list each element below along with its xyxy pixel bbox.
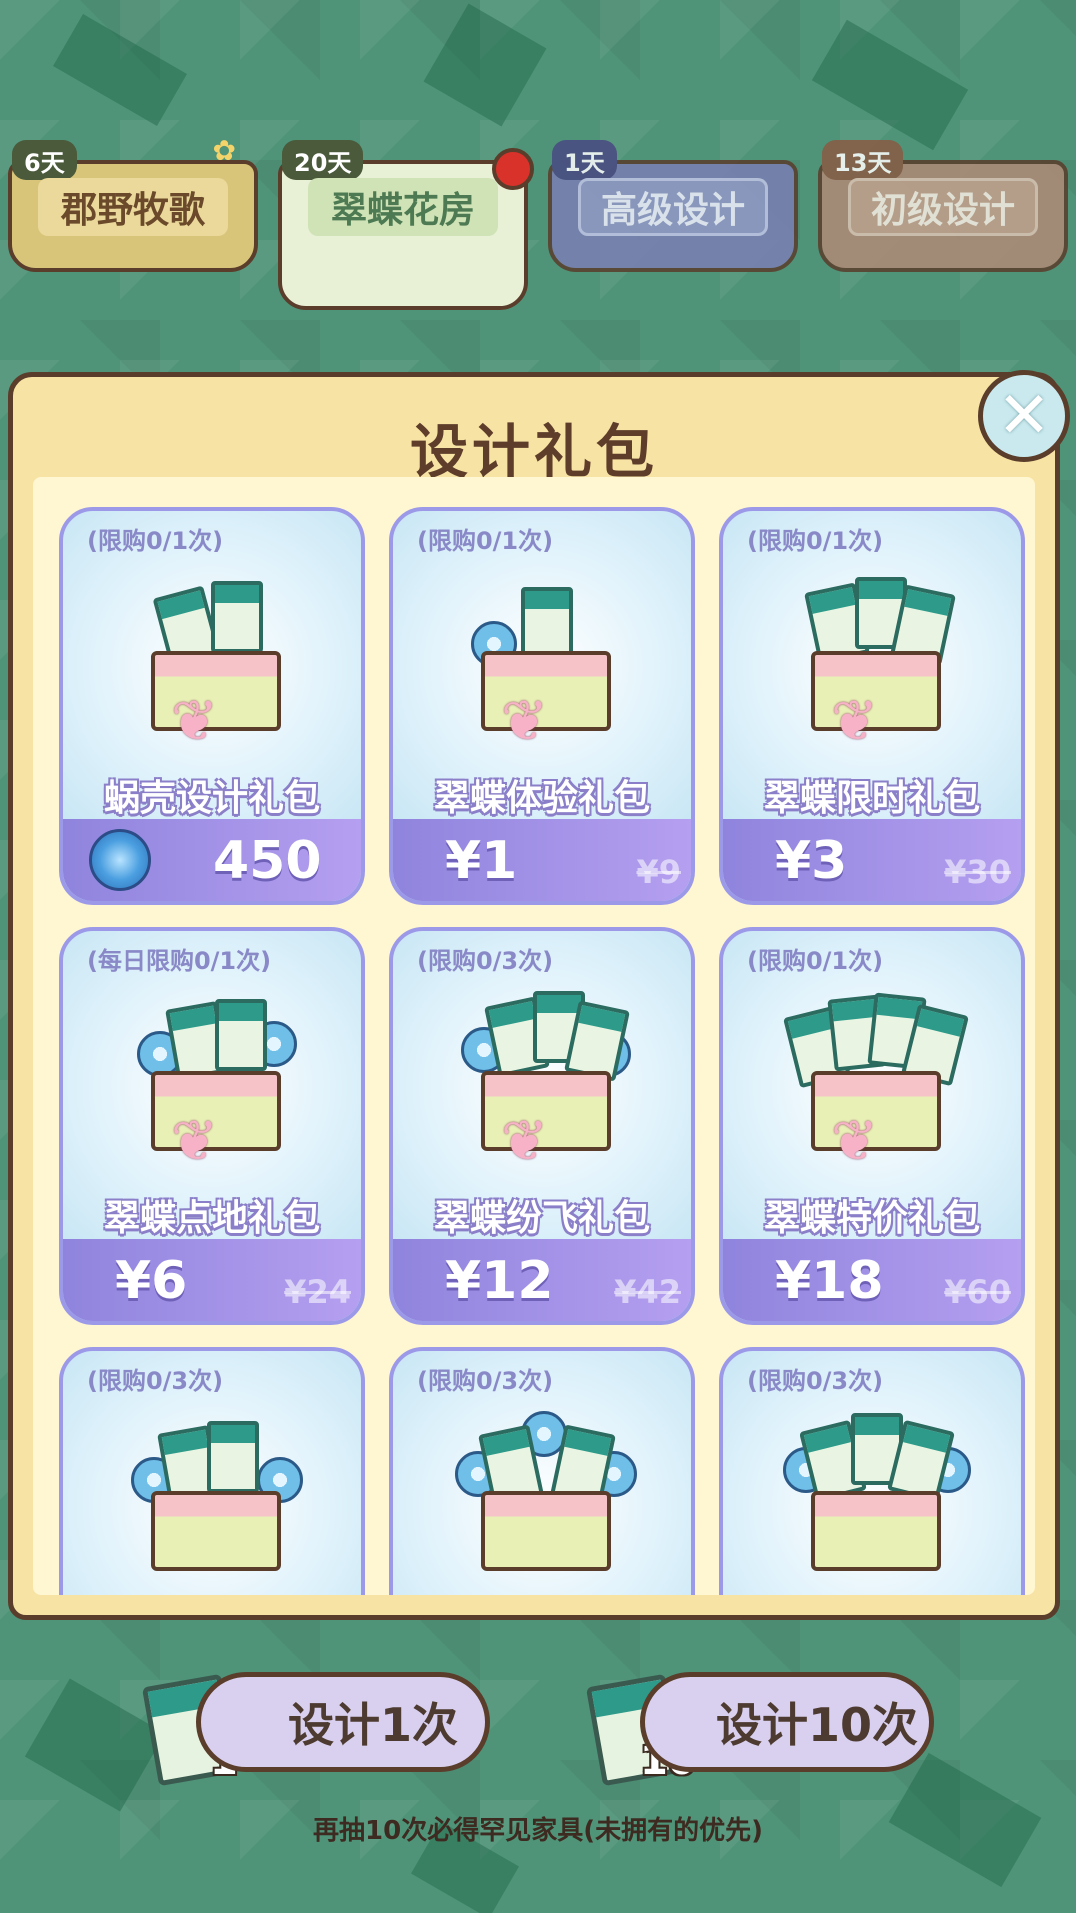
price-bar[interactable]: ¥12 ¥42 [393, 1239, 691, 1321]
pack-price: ¥18 [775, 1251, 884, 1311]
tab-label: 翠蝶花房 [308, 178, 498, 236]
tab-days-badge: 6天 [12, 140, 77, 180]
gift-pack-card[interactable]: (限购0/3次) [719, 1347, 1025, 1595]
original-price: ¥30 [944, 853, 1011, 891]
gift-box-icon [783, 1411, 971, 1581]
purchase-limit: (每日限购0/1次) [87, 947, 272, 975]
gift-pack-card[interactable]: (限购0/1次) ❦ 翠蝶限时礼包 ¥3 ¥30 [719, 507, 1025, 905]
gift-box-icon [131, 1411, 303, 1581]
price-bar[interactable]: ¥18 ¥60 [723, 1239, 1021, 1321]
design-ten-button[interactable]: 设计10次 [640, 1672, 934, 1772]
tab-label: 初级设计 [848, 178, 1038, 236]
original-price: ¥24 [284, 1273, 351, 1311]
pack-price: 450 [213, 831, 322, 891]
gift-box-icon [455, 1411, 637, 1581]
notification-dot [492, 148, 534, 190]
gift-box-icon: ❦ [461, 571, 631, 754]
design-once-button[interactable]: 设计1次 [196, 1672, 490, 1772]
gift-pack-card[interactable]: (限购0/1次) ❦ 翠蝶特价礼包 ¥18 ¥60 [719, 927, 1025, 1325]
gift-pack-card[interactable]: (限购0/3次) [59, 1347, 365, 1595]
pack-grid[interactable]: (限购0/1次) ❦ 蜗壳设计礼包 450 (限购0/1次) ❦ 翠蝶体验礼包 [33, 477, 1035, 1595]
gift-pack-card[interactable]: (每日限购0/1次) ❦ 翠蝶点地礼包 ¥6 ¥24 [59, 927, 365, 1325]
pack-name: 翠蝶体验礼包 [433, 778, 650, 819]
tab-days-badge: 1天 [552, 140, 617, 180]
tab-gaoji-sheji[interactable]: 1天 高级设计 [548, 140, 798, 272]
pack-price: ¥3 [775, 831, 848, 891]
original-price: ¥42 [614, 1273, 681, 1311]
purchase-limit: (限购0/1次) [747, 947, 884, 975]
original-price: ¥9 [636, 853, 681, 891]
gift-pack-card[interactable]: (限购0/1次) ❦ 蜗壳设计礼包 450 [59, 507, 365, 905]
purchase-limit: (限购0/1次) [87, 527, 224, 555]
close-icon: ✕ [997, 379, 1051, 453]
pack-name: 蜗壳设计礼包 [103, 778, 320, 819]
price-bar[interactable]: 450 [63, 819, 361, 901]
purchase-limit: (限购0/3次) [747, 1367, 884, 1395]
purchase-limit: (限购0/1次) [747, 527, 884, 555]
gift-box-icon: ❦ [131, 571, 301, 754]
purchase-limit: (限购0/3次) [417, 1367, 554, 1395]
gift-pack-card[interactable]: (限购0/3次) [389, 1347, 695, 1595]
pity-tip-text: 再抽10次必得罕见家具(未拥有的优先) [313, 1816, 763, 1846]
pack-name: 翠蝶纷飞礼包 [433, 1198, 650, 1239]
tab-cuidie-huafang[interactable]: 20天 翠蝶花房 [278, 140, 534, 310]
tab-junye-muge[interactable]: 6天 郡野牧歌 ✿ [8, 134, 258, 272]
pack-name: 翠蝶限时礼包 [763, 778, 980, 819]
gift-box-icon: ❦ [131, 991, 301, 1174]
button-label: 设计10次 [715, 1698, 918, 1752]
gift-pack-card[interactable]: (限购0/3次) ❦ 翠蝶纷飞礼包 ¥12 ¥42 [389, 927, 695, 1325]
price-bar[interactable]: ¥1 ¥9 [393, 819, 691, 901]
purchase-limit: (限购0/3次) [87, 1367, 224, 1395]
gift-box-icon: ❦ [461, 991, 631, 1174]
pack-price: ¥1 [445, 831, 518, 891]
original-price: ¥60 [944, 1273, 1011, 1311]
close-button[interactable]: ✕ [978, 370, 1070, 462]
pack-price: ¥6 [115, 1251, 188, 1311]
price-bar[interactable]: ¥3 ¥30 [723, 819, 1021, 901]
pack-name: 翠蝶点地礼包 [103, 1198, 320, 1239]
tab-chuji-sheji[interactable]: 13天 初级设计 [818, 140, 1068, 272]
gift-pack-panel: 设计礼包 (限购0/1次) ❦ 蜗壳设计礼包 450 (限购0/1次) ❦ 翠蝶… [8, 372, 1060, 1620]
pack-name: 翠蝶特价礼包 [763, 1198, 980, 1239]
tab-days-badge: 13天 [822, 140, 904, 180]
purchase-limit: (限购0/1次) [417, 527, 554, 555]
shell-swirl-icon [89, 829, 151, 891]
tab-label: 郡野牧歌 [38, 178, 228, 236]
purchase-limit: (限购0/3次) [417, 947, 554, 975]
flower-icon: ✿ [212, 134, 236, 167]
pack-price: ¥12 [445, 1251, 554, 1311]
tab-days-badge: 20天 [282, 140, 364, 180]
button-label: 设计1次 [287, 1698, 458, 1752]
gift-box-icon: ❦ [783, 991, 969, 1174]
price-bar[interactable]: ¥6 ¥24 [63, 1239, 361, 1321]
gift-box-icon: ❦ [791, 571, 961, 754]
tab-label: 高级设计 [578, 178, 768, 236]
gift-pack-card[interactable]: (限购0/1次) ❦ 翠蝶体验礼包 ¥1 ¥9 [389, 507, 695, 905]
